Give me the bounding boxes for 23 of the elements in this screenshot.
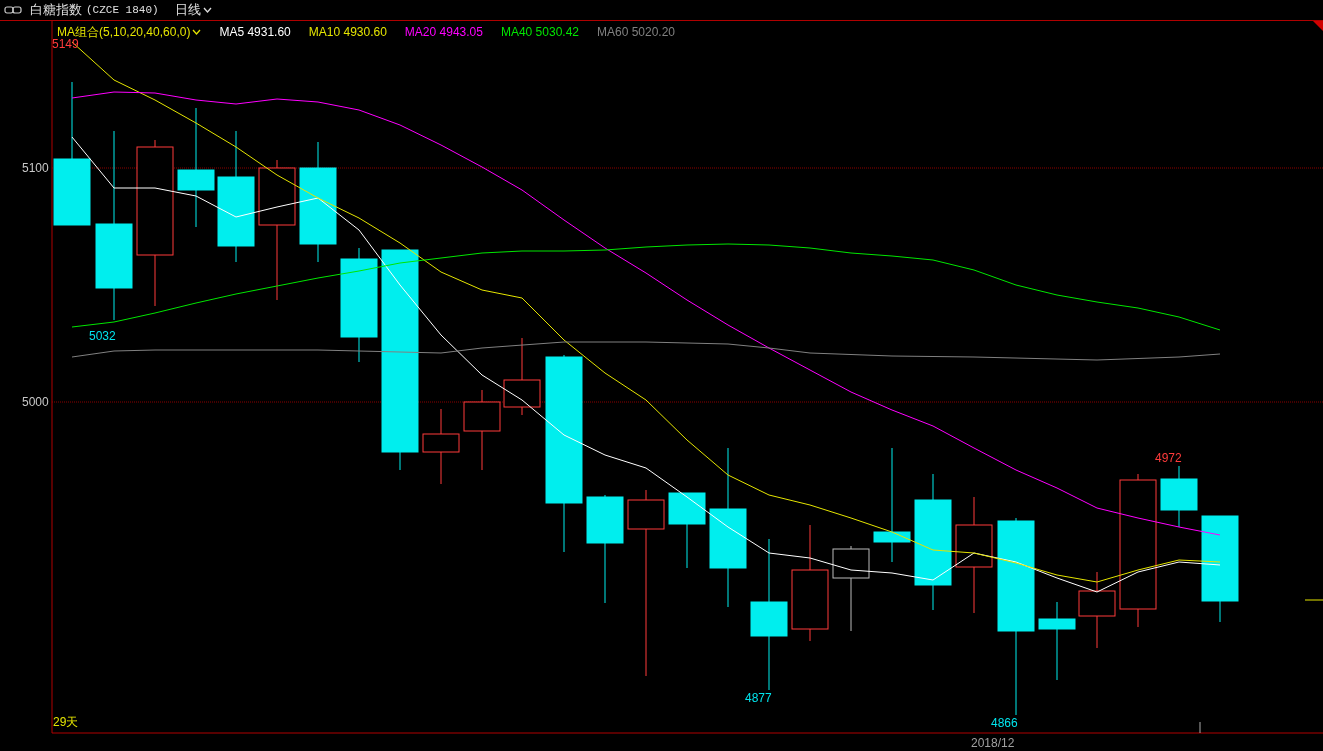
candlestick [1160, 465, 1198, 528]
chevron-down-icon [202, 7, 212, 13]
instrument-code: (CZCE 1840) [86, 2, 159, 18]
ma-value-label: MA60 5020.20 [597, 24, 676, 41]
price-label: 4877 [745, 692, 772, 704]
ma-value-label: MA40 5030.42 [500, 24, 579, 41]
price-label: 5149 [52, 38, 79, 50]
ma-value-label: MA10 4930.60 [308, 24, 387, 41]
y-axis-label: 5100 [22, 162, 49, 174]
date-axis-label: 2018/12 [971, 737, 1015, 749]
link-icon[interactable] [4, 6, 22, 14]
day-count-label: 29天 [53, 716, 79, 728]
instrument-title: 白糖指数 [30, 1, 82, 20]
chevron-down-icon [192, 29, 202, 35]
price-label: 4972 [1155, 452, 1182, 464]
moving-average-line [1304, 599, 1323, 601]
ma-value-label: MA5 4931.60 [219, 24, 291, 41]
period-dropdown[interactable]: 日线 [174, 0, 212, 20]
y-axis-label: 5000 [22, 396, 49, 408]
price-label: 4866 [991, 717, 1018, 729]
ma-value-label: MA20 4943.05 [404, 24, 483, 41]
corner-marker-icon [1313, 21, 1323, 31]
price-label: 5032 [89, 330, 116, 342]
